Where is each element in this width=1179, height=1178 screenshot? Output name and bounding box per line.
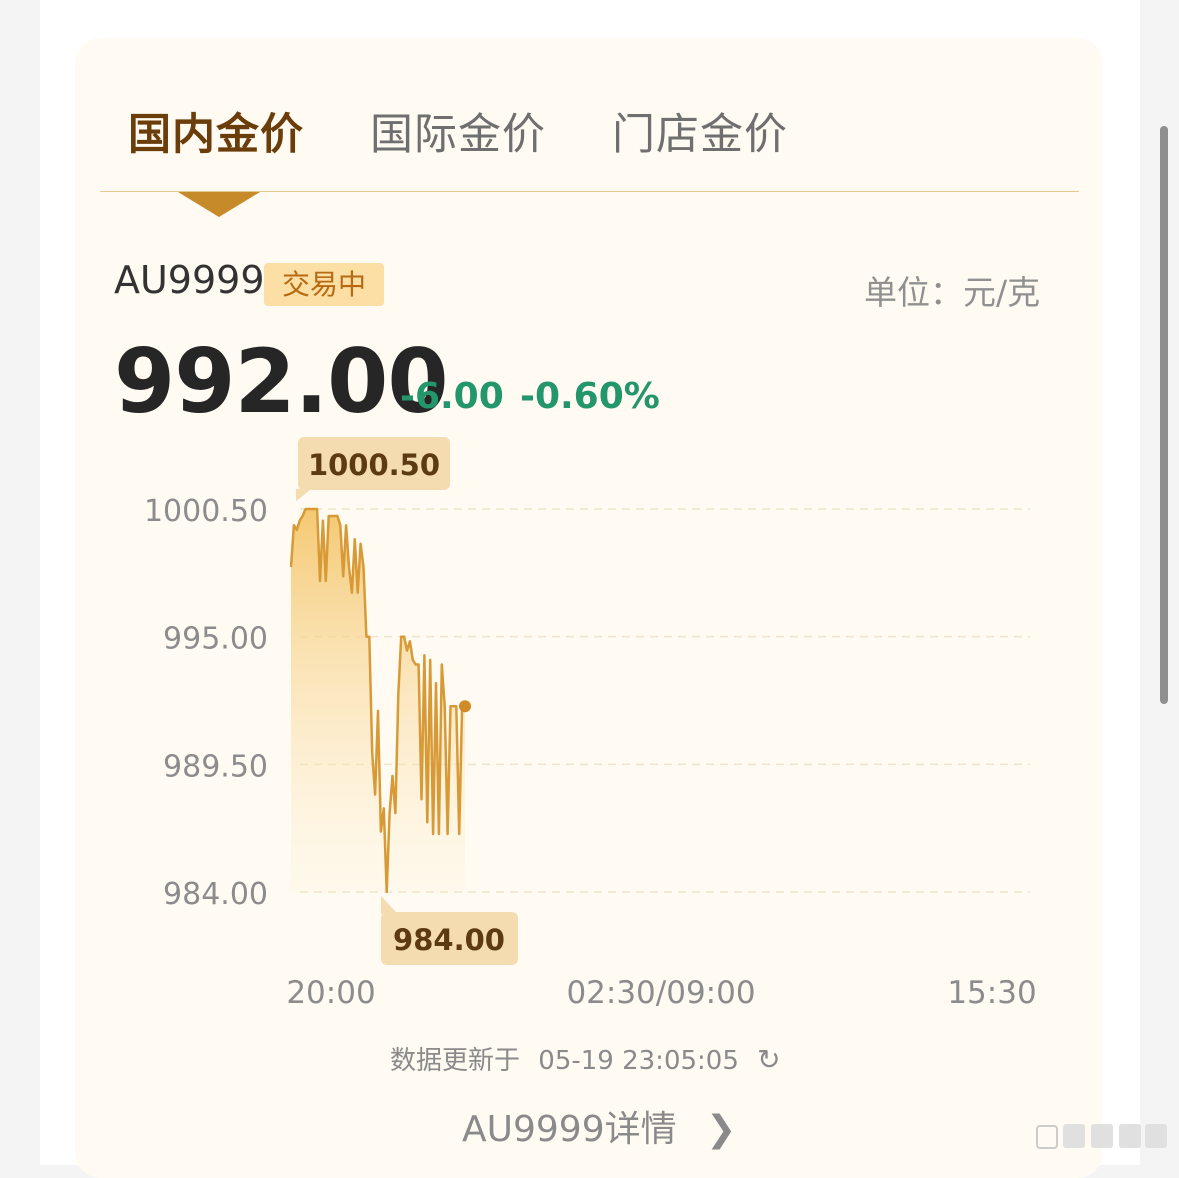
au9999-detail-link[interactable]: AU9999详情 ❯	[462, 1100, 736, 1152]
tab-domestic-gold-price[interactable]: 国内金价	[128, 100, 304, 162]
unit-label: 单位：元/克	[864, 273, 1041, 312]
chevron-right-icon: ❯	[706, 1109, 737, 1150]
update-prefix: 数据更新于	[390, 1046, 521, 1076]
price-change: -6.00	[400, 376, 504, 417]
tab-store-gold-price[interactable]: 门店金价	[612, 100, 788, 162]
status-badge: 交易中	[264, 263, 384, 306]
scrollbar[interactable]	[1160, 126, 1168, 704]
symbol-label: AU9999	[114, 258, 265, 302]
active-tab-indicator	[178, 192, 260, 217]
tab-international-gold-price[interactable]: 国际金价	[370, 100, 546, 162]
current-price: 992.00	[114, 330, 449, 433]
update-time: 05-19 23:05:05	[538, 1046, 739, 1076]
update-row: 数据更新于 05-19 23:05:05 ↻	[390, 1040, 781, 1077]
price-change-percent: -0.60%	[520, 376, 660, 417]
detail-link-label: AU9999详情	[462, 1109, 677, 1150]
watermark-logo	[1036, 1124, 1167, 1149]
refresh-icon[interactable]: ↻	[757, 1043, 780, 1076]
